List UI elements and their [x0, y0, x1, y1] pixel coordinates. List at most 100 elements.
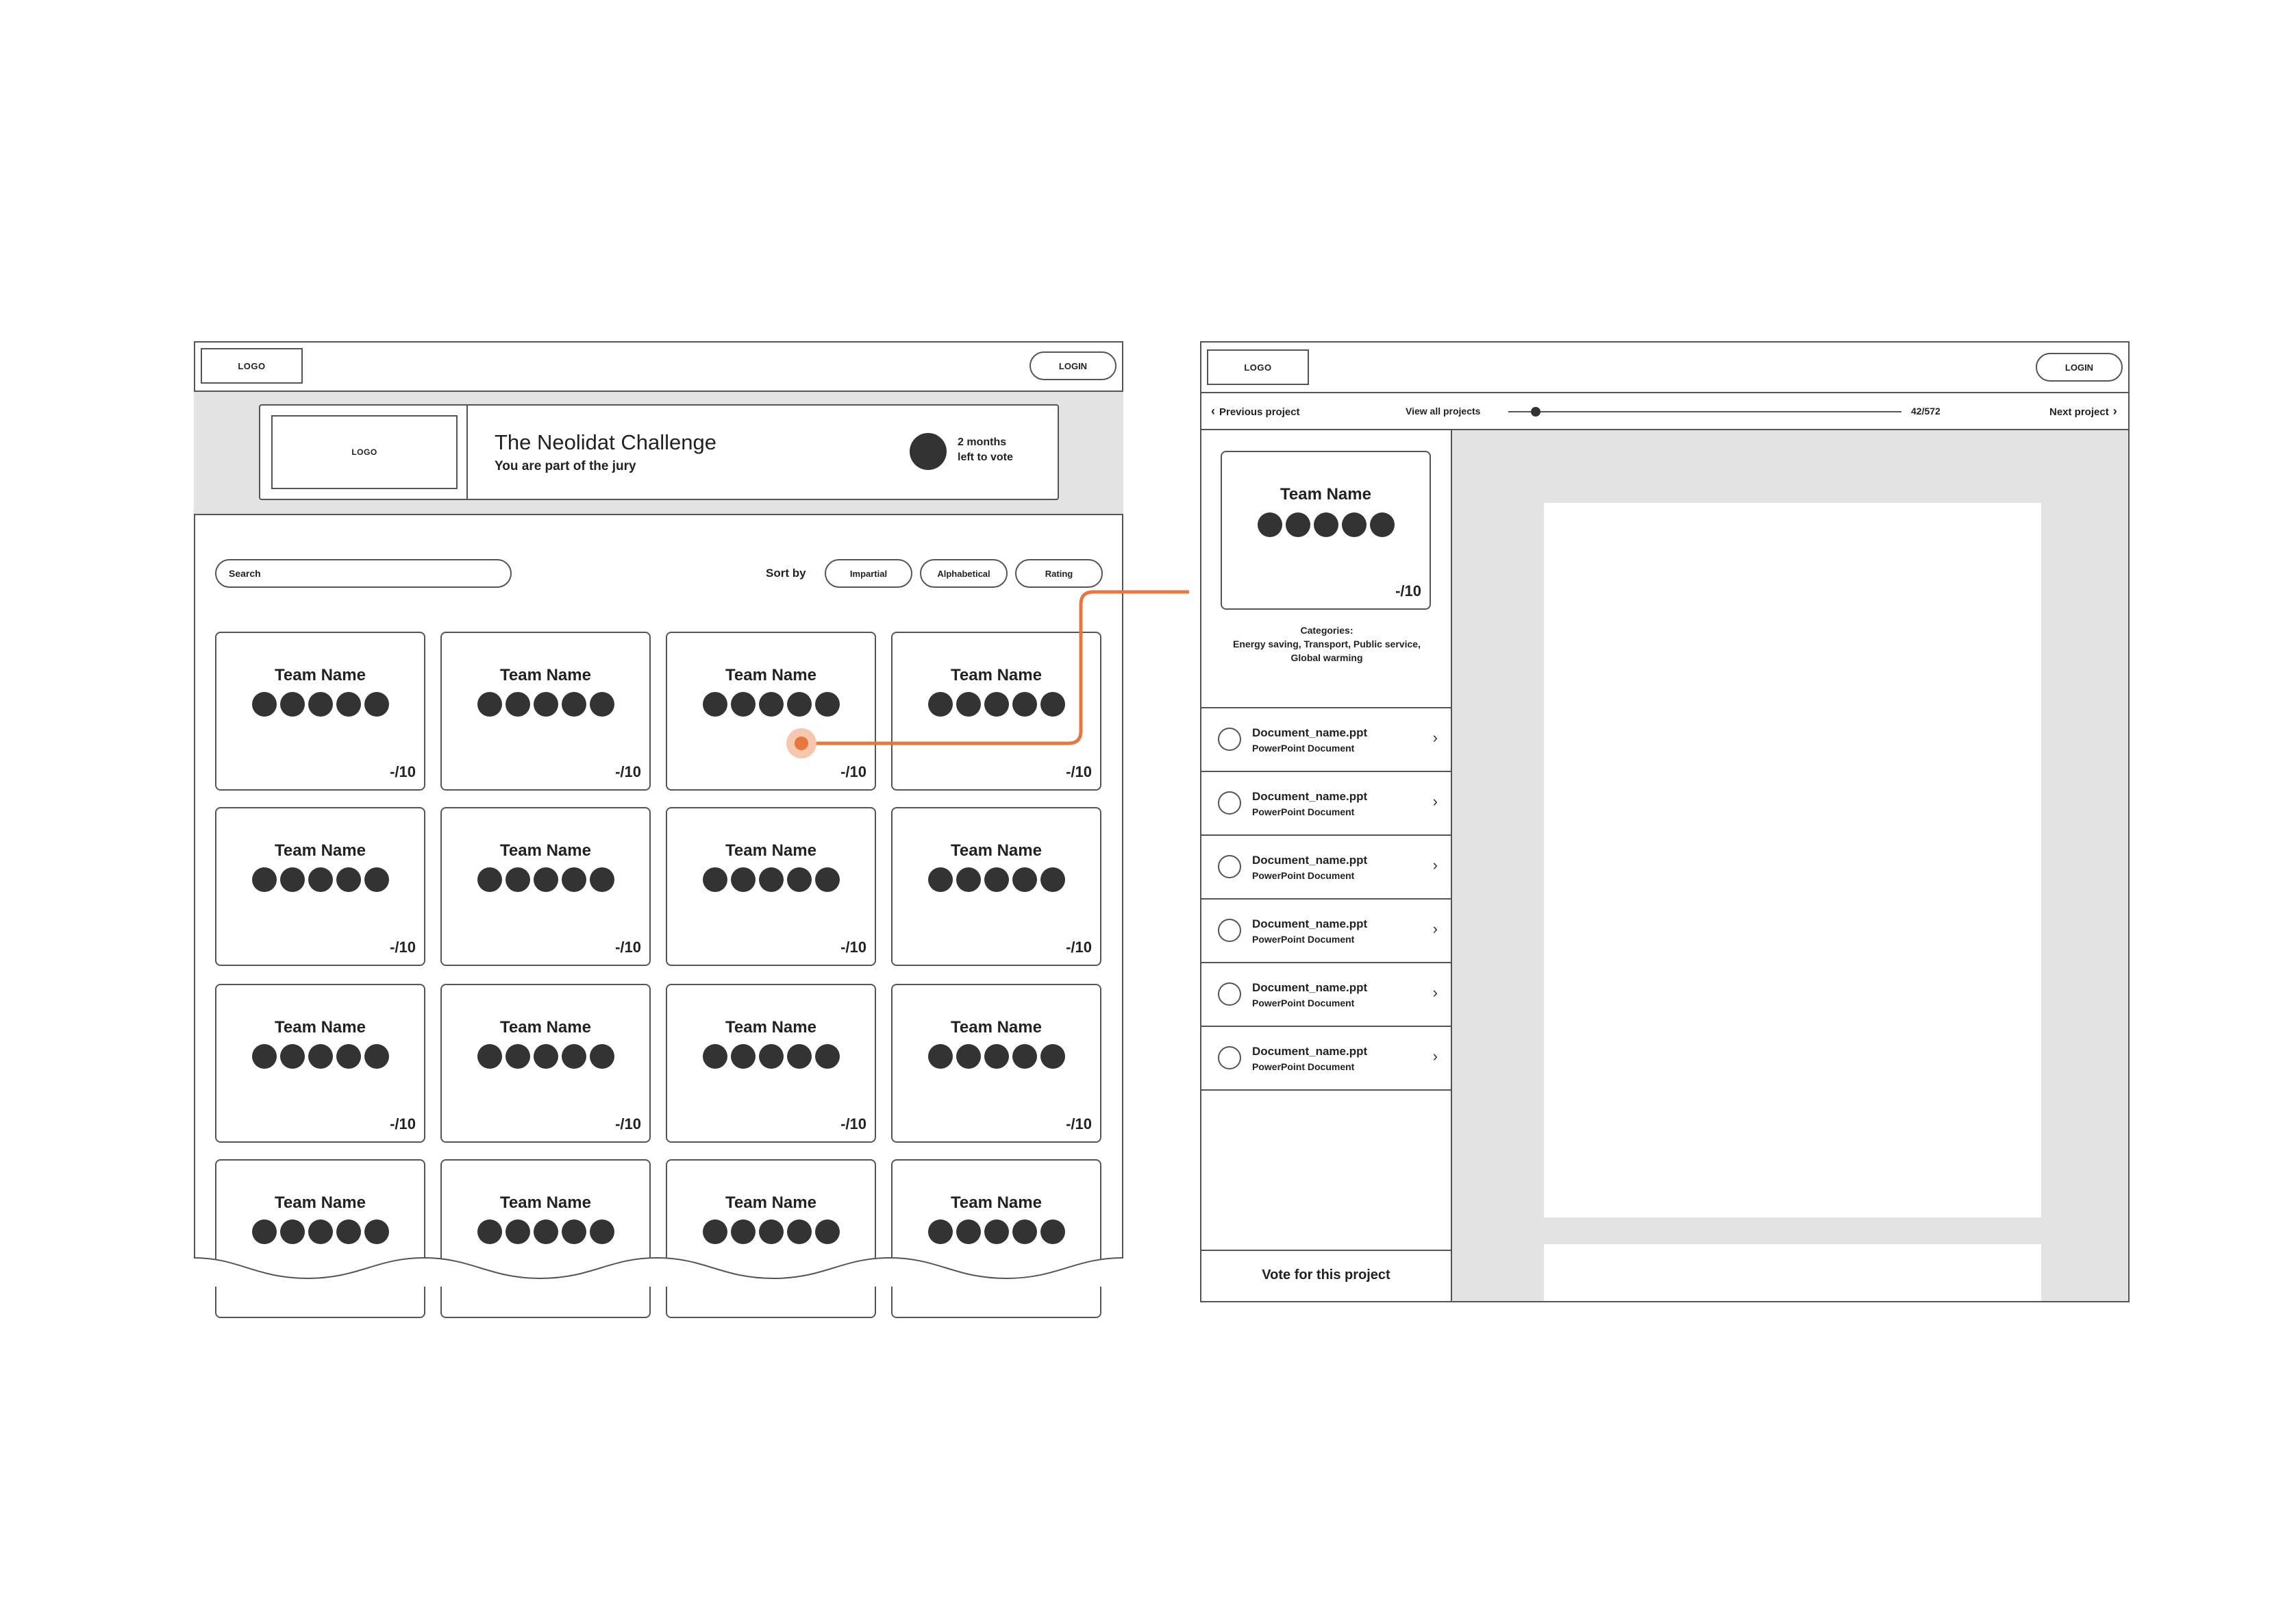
document-name: Document_name.ppt: [1252, 726, 1368, 739]
previous-project-label: Previous project: [1219, 406, 1300, 418]
chevron-right-icon: ›: [2112, 404, 2117, 418]
team-member-avatars: [667, 1044, 875, 1069]
document-row[interactable]: Document_name.ppt PowerPoint Document ›: [1201, 708, 1451, 772]
team-card[interactable]: Team Name -/10: [666, 807, 876, 966]
next-project-label: Next project: [2049, 406, 2109, 418]
document-radio[interactable]: [1218, 982, 1241, 1006]
member-avatar: [561, 692, 586, 717]
document-viewer[interactable]: [1452, 430, 2128, 1301]
team-card[interactable]: Team Name -/10: [666, 984, 876, 1143]
team-member-avatars: [216, 692, 424, 717]
member-avatar: [589, 1044, 614, 1069]
team-card[interactable]: Team Name: [440, 1159, 651, 1318]
document-radio[interactable]: [1218, 1046, 1241, 1069]
document-row[interactable]: Document_name.ppt PowerPoint Document ›: [1201, 772, 1451, 836]
member-avatar: [984, 867, 1009, 892]
project-progress-handle[interactable]: [1531, 407, 1541, 417]
team-score: -/10: [840, 939, 866, 956]
document-row[interactable]: Document_name.ppt PowerPoint Document ›: [1201, 836, 1451, 900]
member-avatar: [308, 867, 333, 892]
document-row[interactable]: Document_name.ppt PowerPoint Document ›: [1201, 963, 1451, 1027]
team-name: Team Name: [275, 841, 366, 860]
member-avatar: [279, 692, 305, 717]
login-button[interactable]: LOGIN: [2036, 353, 2123, 382]
document-radio[interactable]: [1218, 919, 1241, 942]
team-score: -/10: [615, 939, 641, 956]
member-avatar: [1012, 1219, 1037, 1244]
document-name: Document_name.ppt: [1252, 917, 1368, 930]
header-logo[interactable]: LOGO: [1207, 349, 1309, 385]
member-avatar: [1040, 1044, 1065, 1069]
project-header: LOGO LOGIN: [1201, 343, 2128, 393]
wireframe-project-screen: LOGO LOGIN ‹ Previous project View all pr…: [1200, 341, 2130, 1302]
member-avatar: [561, 1044, 586, 1069]
team-name: Team Name: [951, 841, 1042, 860]
team-name: Team Name: [725, 1193, 816, 1212]
document-list: Document_name.ppt PowerPoint Document › …: [1201, 707, 1452, 1091]
team-member-avatars: [216, 867, 424, 892]
team-card[interactable]: Team Name -/10: [891, 984, 1101, 1143]
document-row[interactable]: Document_name.ppt PowerPoint Document ›: [1201, 1027, 1451, 1091]
project-nav: ‹ Previous project View all projects 42/5…: [1201, 393, 2128, 430]
team-card[interactable]: Team Name -/10: [440, 984, 651, 1143]
team-score: -/10: [390, 763, 416, 780]
previous-project-link[interactable]: ‹ Previous project: [1211, 404, 1300, 419]
member-avatar: [1313, 512, 1338, 537]
team-card[interactable]: Team Name -/10: [440, 807, 651, 966]
team-score: -/10: [390, 939, 416, 956]
member-avatar: [251, 867, 277, 892]
team-card[interactable]: Team Name -/10: [440, 632, 651, 791]
team-member-avatars: [893, 1044, 1100, 1069]
member-avatar: [1040, 867, 1065, 892]
team-name: Team Name: [275, 1193, 366, 1212]
document-type: PowerPoint Document: [1252, 806, 1355, 817]
member-avatar: [533, 1044, 558, 1069]
team-card[interactable]: Team Name: [215, 1159, 425, 1318]
document-radio[interactable]: [1218, 791, 1241, 815]
member-avatar: [533, 1219, 558, 1244]
team-card[interactable]: Team Name: [666, 1159, 876, 1318]
document-name: Document_name.ppt: [1252, 981, 1368, 994]
member-avatar: [336, 692, 361, 717]
team-card[interactable]: Team Name -/10: [215, 984, 425, 1143]
member-avatar: [730, 867, 756, 892]
member-avatar: [279, 1219, 305, 1244]
project-progress-track[interactable]: [1508, 411, 1901, 412]
member-avatar: [533, 692, 558, 717]
team-name: Team Name: [500, 1193, 591, 1212]
team-card[interactable]: Team Name: [891, 1159, 1101, 1318]
member-avatar: [477, 692, 502, 717]
member-avatar: [730, 1219, 756, 1244]
document-name: Document_name.ppt: [1252, 854, 1368, 867]
team-member-avatars: [216, 1219, 424, 1244]
vote-button[interactable]: Vote for this project: [1201, 1250, 1451, 1300]
document-type: PowerPoint Document: [1252, 743, 1355, 754]
view-all-projects-link[interactable]: View all projects: [1406, 406, 1480, 417]
member-avatar: [814, 1044, 840, 1069]
team-name: Team Name: [1280, 485, 1371, 504]
team-name: Team Name: [275, 1018, 366, 1037]
team-card[interactable]: Team Name -/10: [215, 632, 425, 791]
document-row[interactable]: Document_name.ppt PowerPoint Document ›: [1201, 900, 1451, 963]
member-avatar: [984, 1044, 1009, 1069]
team-name: Team Name: [951, 1193, 1042, 1212]
member-avatar: [814, 1219, 840, 1244]
document-page: [1544, 1244, 2041, 1301]
document-radio[interactable]: [1218, 728, 1241, 751]
team-card-detail: Team Name -/10: [1221, 451, 1431, 610]
member-avatar: [251, 692, 277, 717]
member-avatar: [364, 1219, 389, 1244]
team-card[interactable]: Team Name -/10: [215, 807, 425, 966]
document-type: PowerPoint Document: [1252, 934, 1355, 945]
team-name: Team Name: [951, 1018, 1042, 1037]
next-project-link[interactable]: Next project ›: [2049, 404, 2117, 419]
member-avatar: [477, 867, 502, 892]
chevron-right-icon: ›: [1432, 729, 1438, 746]
team-card[interactable]: Team Name -/10: [891, 807, 1101, 966]
member-avatar: [505, 867, 530, 892]
document-radio[interactable]: [1218, 855, 1241, 878]
member-avatar: [561, 1219, 586, 1244]
member-avatar: [984, 1219, 1009, 1244]
flow-connector: [786, 590, 1189, 758]
member-avatar: [589, 692, 614, 717]
